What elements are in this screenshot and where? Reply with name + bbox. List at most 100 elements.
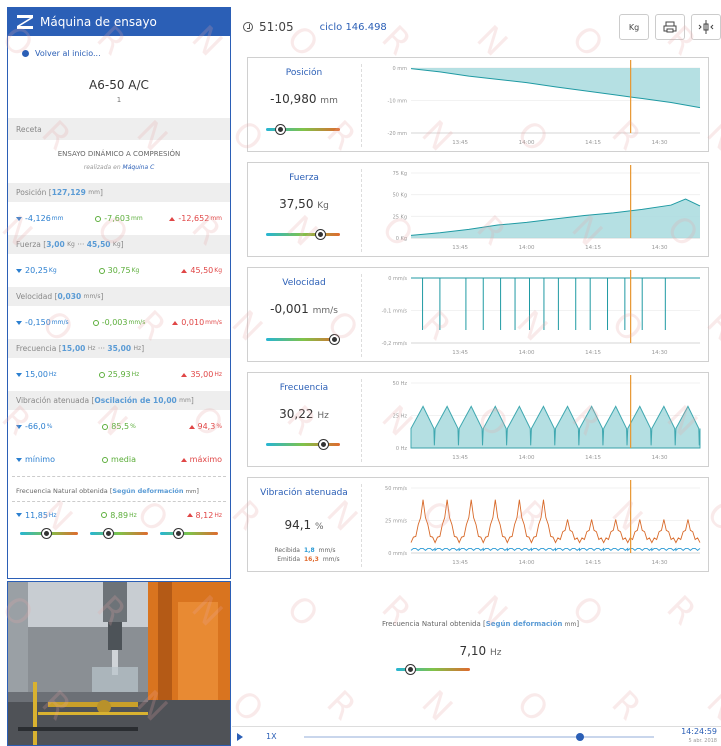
stat-avg: -0,003 mm/s <box>85 318 154 327</box>
series-area <box>410 405 701 449</box>
stat-avg: 25,93 Hz <box>85 370 154 379</box>
timeline-track[interactable] <box>304 733 654 741</box>
y-tick-label: 50 mm/s <box>385 486 407 492</box>
natural-frequency-slider[interactable] <box>396 665 470 674</box>
panel-slider[interactable] <box>266 335 340 344</box>
stat-min: -4,126 mm <box>16 214 85 223</box>
y-tick-label: 75 Kg <box>393 171 407 177</box>
logo-icon <box>17 15 33 29</box>
speed-toggle[interactable]: 1X <box>266 732 277 741</box>
x-tick-label: 14:00 <box>519 455 535 461</box>
panel-chart: 50 mm/s 25 mm/s 0 mm/s 13:45 14:00 14:15 14:30 <box>385 480 701 566</box>
panel-value: -0,001 mm/s <box>270 302 338 316</box>
x-tick-label: 13:45 <box>452 140 468 146</box>
panel-slider[interactable] <box>266 125 340 134</box>
x-tick-label: 14:30 <box>652 350 668 356</box>
compression-button[interactable] <box>691 14 721 40</box>
stat-max: 94,3% <box>153 422 222 431</box>
watermark-text: O <box>509 683 556 730</box>
panel-value: 37,50 Kg <box>279 197 329 211</box>
stat-max: 35,00 Hz <box>153 370 222 379</box>
back-link[interactable]: Volver al inicio... <box>8 42 230 64</box>
x-tick-label: 14:30 <box>652 140 668 146</box>
stat-section-header: Vibración atenuada [Oscilación de 10,00 … <box>8 391 230 410</box>
watermark-text: N <box>414 683 460 729</box>
x-tick-label: 14:00 <box>519 350 535 356</box>
sidebar-header: Máquina de ensayo <box>8 8 230 36</box>
natural-frequency-stats: 11,85 Hz 8,89 Hz 8,12 Hz <box>8 502 230 528</box>
stat-row: 20,25 Kg 30,75 Kg 45,50 Kg <box>8 254 230 287</box>
natural-frequency-title: Frecuencia Natural obtenida [Según defor… <box>381 620 580 628</box>
playback-bar: 1X 14:24:59 5 abr. 2018 <box>232 726 721 746</box>
x-tick-label: 14:30 <box>652 455 668 461</box>
panel-value: -10,980 mm <box>270 92 338 106</box>
stat-max: 45,50 Kg <box>153 266 222 275</box>
play-icon[interactable] <box>237 733 243 741</box>
x-tick-label: 14:00 <box>519 140 535 146</box>
y-tick-label: 50 Hz <box>393 381 408 387</box>
chart-panel-3: Frecuencia 30,22 Hz 50 Hz 25 Hz 0 Hz 13:45 14… <box>247 372 709 467</box>
y-tick-label: 25 mm/s <box>385 519 407 525</box>
machine-model: A6-50 A/C <box>89 78 149 92</box>
panel-title: Fuerza <box>289 173 319 183</box>
natural-frequency-header: Frecuencia Natural obtenida [Según defor… <box>16 487 199 495</box>
stat-row: -4,126 mm -7,603 mm -12,652 mm <box>8 202 230 235</box>
chart-panel-2: Velocidad -0,001 mm/s 0 mm/s -0,1 mm/s -0,2… <box>247 267 709 362</box>
x-tick-label: 14:15 <box>585 455 601 461</box>
stat-row: -66,0% 85,5% 94,3% <box>8 410 230 443</box>
x-tick-label: 13:45 <box>452 245 468 251</box>
sidebar: Máquina de ensayo Volver al inicio... A6… <box>7 7 231 579</box>
y-tick-label: 0 mm/s <box>388 551 407 557</box>
print-button[interactable] <box>655 14 685 40</box>
panel-title: Velocidad <box>282 278 326 288</box>
x-tick-label: 14:15 <box>585 560 601 566</box>
x-tick-label: 13:45 <box>452 350 468 356</box>
panel-title: Vibración atenuada <box>260 488 348 498</box>
machine-unit: 1 <box>116 96 122 104</box>
panel-value: 30,22 Hz <box>279 407 329 421</box>
top-bar: 51:05 ciclo 146.498 Kg <box>240 7 721 47</box>
panel-chart: 50 Hz 25 Hz 0 Hz 13:45 14:00 14:15 14:30 <box>393 375 701 461</box>
avg-slider[interactable] <box>90 529 148 538</box>
timeline-handle[interactable] <box>576 733 584 741</box>
stat-section-header: Frecuencia [15,00 Hz ··· 35,00 Hz] <box>8 339 230 358</box>
panel-title: Posición <box>285 68 323 78</box>
min-slider[interactable] <box>20 529 78 538</box>
stat-legend: mínimo media máximo <box>8 443 230 476</box>
printer-icon <box>663 21 677 33</box>
y-tick-label: 0 Kg <box>396 236 407 242</box>
panel-slider[interactable] <box>266 230 340 239</box>
panel-chart: 75 Kg 50 Kg 25 Kg 0 Kg 13:45 14:00 14:15 14:30 <box>393 165 701 251</box>
watermark-text: R <box>319 683 364 728</box>
panel-title: Frecuencia <box>279 383 329 393</box>
x-tick-label: 14:15 <box>585 245 601 251</box>
stat-avg: 85,5% <box>85 422 154 431</box>
watermark-text: O <box>564 588 611 635</box>
back-arrow-icon <box>22 49 29 57</box>
recipe-name: ENSAYO DINÁMICO A COMPRESIÓN <box>57 150 181 158</box>
y-tick-label: 0 Hz <box>396 446 408 452</box>
x-tick-label: 14:00 <box>519 245 535 251</box>
stat-row: -0,150 mm/s -0,003 mm/s 0,010 mm/s <box>8 306 230 339</box>
app-title: Máquina de ensayo <box>40 15 157 29</box>
x-tick-label: 14:00 <box>519 560 535 566</box>
stat-avg: -7,603 mm <box>85 214 154 223</box>
watermark-text: R <box>604 683 649 728</box>
stat-min: -0,150 mm/s <box>16 318 85 327</box>
y-tick-label: 25 Hz <box>393 414 408 420</box>
stat-section-header: Fuerza [3,00 Kg ··· 45,50 Kg] <box>8 235 230 254</box>
x-tick-label: 13:45 <box>452 455 468 461</box>
natural-frequency-value: 7,10 Hz <box>459 644 502 658</box>
panel-slider[interactable] <box>266 440 340 449</box>
elapsed-time: 51:05 <box>259 20 294 34</box>
unit-button[interactable]: Kg <box>619 14 649 40</box>
panel-value: 94,1 % <box>284 518 324 532</box>
chart-panel-1: Fuerza 37,50 Kg 75 Kg 50 Kg 25 Kg 0 Kg 13:45 1… <box>247 162 709 257</box>
watermark-text: O <box>279 588 326 635</box>
stat-section-header: Posición [127,129 mm] <box>8 183 230 202</box>
stat-max: -12,652 mm <box>153 214 222 223</box>
max-slider[interactable] <box>160 529 218 538</box>
stat-sections: Posición [127,129 mm] -4,126 mm -7,603 mm … <box>8 183 230 443</box>
recipe-header: Receta <box>8 118 230 140</box>
stat-row: 15,00 Hz 25,93 Hz 35,00 Hz <box>8 358 230 391</box>
